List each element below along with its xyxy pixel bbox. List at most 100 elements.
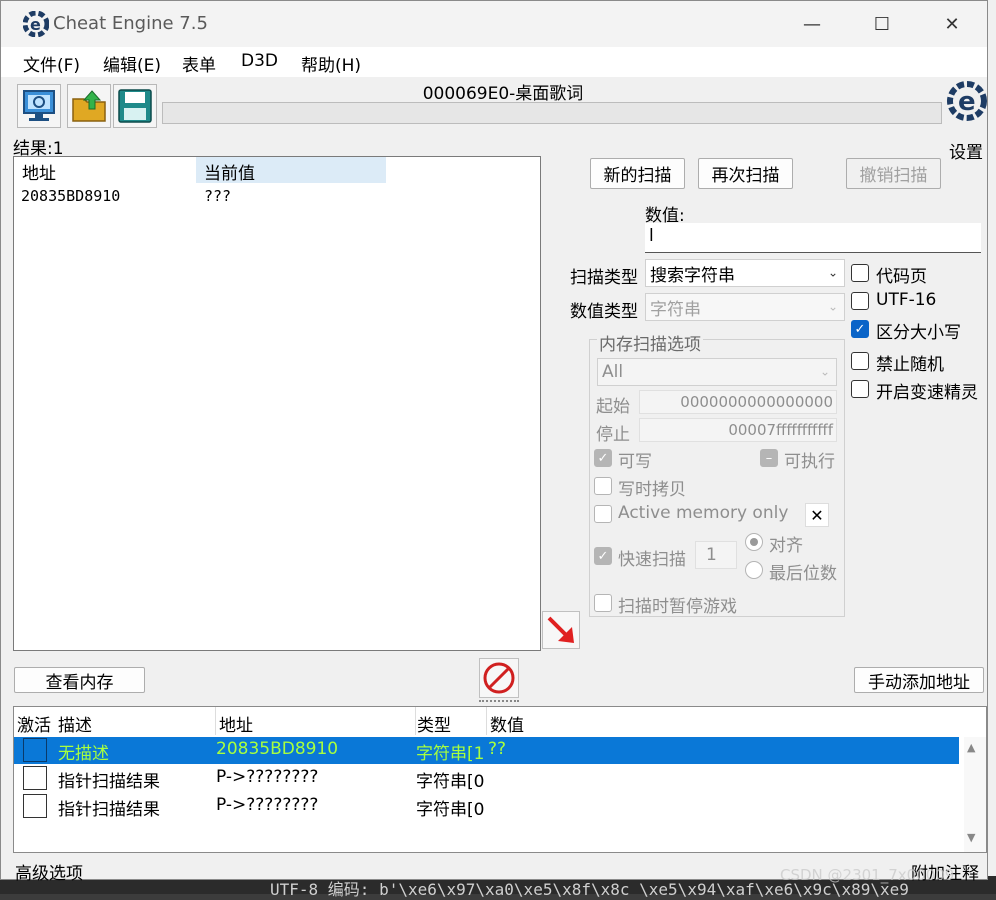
row-active-checkbox[interactable] [23, 766, 47, 790]
row-value[interactable]: ?? [488, 739, 506, 759]
open-folder-icon [72, 90, 106, 122]
view-memory-button[interactable]: 查看内存 [14, 667, 145, 693]
value-type-select[interactable]: 字符串 ⌄ [645, 293, 845, 321]
scan-type-value: 搜索字符串 [650, 265, 735, 286]
select-process-button[interactable] [17, 84, 61, 128]
result-address[interactable]: 20835BD8910 [21, 187, 120, 205]
chevron-down-icon: ⌄ [827, 265, 838, 280]
memory-region-select[interactable]: All ⌄ [597, 358, 837, 386]
copy-on-write-label: 写时拷贝 [618, 480, 686, 500]
pause-game-checkbox[interactable] [594, 594, 612, 612]
case-sensitive-checkbox[interactable]: ✓ [851, 320, 869, 338]
row-active-checkbox[interactable] [23, 794, 47, 818]
row-description[interactable]: 无描述 [58, 739, 109, 764]
row-active-checkbox[interactable] [23, 738, 47, 762]
svg-text:e: e [958, 87, 976, 117]
value-type-value: 字符串 [650, 299, 701, 320]
row-type[interactable]: 字符串[1 [416, 739, 488, 764]
advanced-options-button[interactable]: 高级选项 [15, 859, 83, 884]
address-table[interactable]: 激活 描述 地址 类型 数值 无描述 20835BD8910 字符串[1 ?? … [13, 706, 987, 853]
red-arrow-icon [547, 616, 574, 643]
chevron-down-icon: ⌄ [827, 299, 838, 314]
row-type[interactable]: 字符串[0 [416, 795, 488, 820]
codepage-checkbox[interactable] [851, 264, 869, 282]
no-entry-icon [483, 662, 515, 694]
col-divider [215, 707, 216, 735]
memory-scan-options-title: 内存扫描选项 [597, 330, 703, 355]
settings-logo-icon[interactable]: e [945, 77, 989, 131]
close-icon[interactable]: ✕ [805, 503, 829, 527]
row-description[interactable]: 指针扫描结果 [58, 767, 160, 792]
chevron-down-icon: ⌄ [819, 364, 830, 379]
scroll-down-icon[interactable]: ▼ [967, 831, 975, 844]
stop-label: 停止 [596, 425, 630, 445]
executable-label: 可执行 [784, 452, 835, 472]
row-address[interactable]: P->???????? [216, 795, 318, 815]
close-button[interactable]: ✕ [917, 1, 987, 47]
fast-scan-checkbox[interactable]: ✓ [594, 547, 612, 565]
align-radio[interactable] [745, 533, 763, 551]
value-input[interactable]: l [645, 223, 981, 253]
col-value[interactable]: 数值 [490, 711, 524, 736]
start-label: 起始 [596, 397, 630, 417]
cheat-engine-logo-icon: e [23, 11, 49, 37]
speedhack-label: 开启变速精灵 [876, 383, 978, 403]
menu-file[interactable]: 文件(F) [23, 51, 80, 76]
save-file-button[interactable] [113, 84, 157, 128]
new-scan-button[interactable]: 新的扫描 [590, 158, 685, 189]
open-file-button[interactable] [67, 84, 111, 128]
col-divider [486, 707, 487, 735]
settings-label[interactable]: 设置 [949, 138, 983, 163]
window-title: Cheat Engine 7.5 [53, 13, 208, 34]
menu-d3d[interactable]: D3D [241, 51, 278, 71]
col-address[interactable]: 地址 [219, 711, 253, 736]
results-header-address[interactable]: 地址 [22, 159, 56, 184]
copy-on-write-checkbox[interactable] [594, 477, 612, 495]
row-type[interactable]: 字符串[0 [416, 767, 488, 792]
col-type[interactable]: 类型 [417, 711, 451, 736]
result-value[interactable]: ??? [204, 187, 231, 205]
no-randomize-checkbox[interactable] [851, 352, 869, 370]
case-sensitive-label: 区分大小写 [876, 323, 961, 343]
results-list[interactable]: 地址 当前值 20835BD8910 ??? [13, 156, 541, 651]
minimize-button[interactable]: — [777, 1, 847, 47]
maximize-button[interactable]: ☐ [847, 1, 917, 47]
next-scan-button[interactable]: 再次扫描 [698, 158, 793, 189]
col-description[interactable]: 描述 [58, 711, 92, 736]
active-memory-checkbox[interactable] [594, 505, 612, 523]
scroll-up-icon[interactable]: ▲ [967, 741, 975, 754]
speedhack-checkbox[interactable] [851, 380, 869, 398]
fast-scan-label: 快速扫描 [618, 550, 686, 570]
results-header-value[interactable]: 当前值 [204, 159, 255, 184]
watermark: CSDN @2301_7x00009 [780, 866, 955, 884]
row-address[interactable]: 20835BD8910 [216, 739, 338, 759]
add-to-list-button[interactable] [542, 611, 580, 649]
writable-label: 可写 [618, 452, 652, 472]
fast-scan-input[interactable]: 1 [695, 541, 737, 569]
start-address-input[interactable]: 0000000000000000 [639, 390, 837, 414]
save-disk-icon [118, 89, 152, 123]
svg-text:e: e [30, 15, 41, 34]
menu-table[interactable]: 表单 [182, 51, 216, 76]
last-digits-label: 最后位数 [769, 564, 837, 584]
process-title: 000069E0-桌面歌词 [422, 84, 584, 104]
menu-help[interactable]: 帮助(H) [301, 51, 361, 76]
menu-edit[interactable]: 编辑(E) [103, 51, 161, 76]
add-address-manually-button[interactable]: 手动添加地址 [854, 667, 984, 693]
undo-scan-button[interactable]: 撤销扫描 [846, 158, 941, 189]
stop-address-input[interactable]: 00007fffffffffff [639, 418, 837, 442]
codepage-label: 代码页 [876, 267, 927, 287]
utf16-checkbox[interactable] [851, 292, 869, 310]
writable-checkbox[interactable]: ✓ [594, 449, 612, 467]
no-randomize-label: 禁止随机 [876, 355, 944, 375]
row-description[interactable]: 指针扫描结果 [58, 795, 160, 820]
clear-list-button[interactable] [479, 658, 519, 698]
row-address[interactable]: P->???????? [216, 767, 318, 787]
active-memory-label: Active memory only [618, 503, 789, 523]
col-active[interactable]: 激活 [17, 711, 51, 736]
col-divider [415, 707, 416, 735]
scan-type-select[interactable]: 搜索字符串 ⌄ [645, 259, 845, 287]
executable-checkbox[interactable]: – [760, 449, 778, 467]
last-digits-radio[interactable] [745, 561, 763, 579]
checkmark-icon: ✓ [597, 450, 609, 466]
